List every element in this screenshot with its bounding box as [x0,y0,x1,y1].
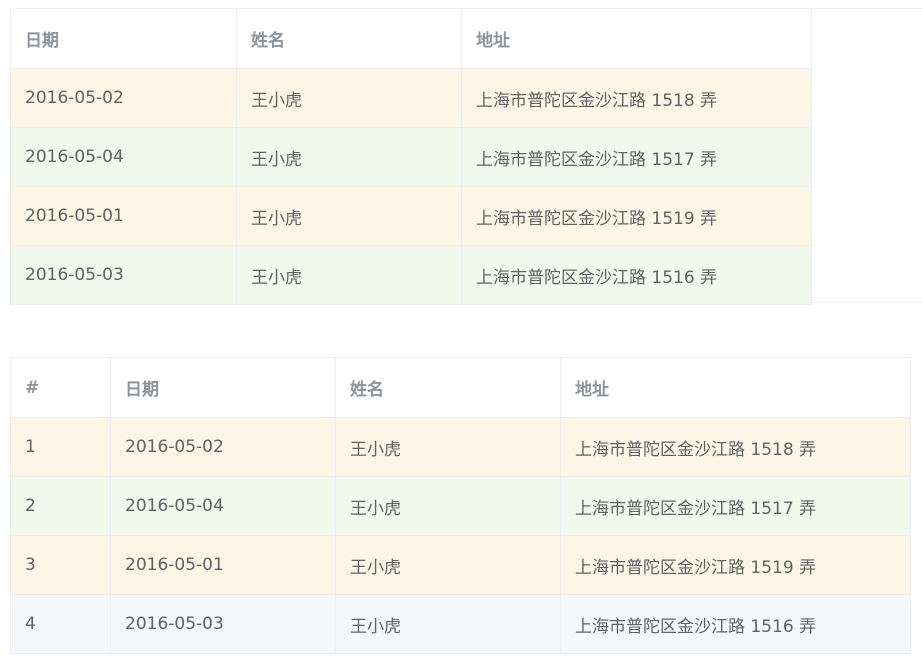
cell-address: 上海市普陀区金沙江路 1516 弄 [560,594,911,654]
table-row[interactable]: 2016-05-04 王小虎 上海市普陀区金沙江路 1517 弄 [10,127,812,187]
cell-name: 王小虎 [236,186,462,246]
cell-name: 王小虎 [236,68,462,128]
column-header-name[interactable]: 姓名 [236,8,462,69]
data-table-indexed: # 日期 姓名 地址 1 2016-05-02 王小虎 上海市普陀区金沙江路 1… [10,357,911,654]
table-header-row: 日期 姓名 地址 [10,8,812,69]
cell-address: 上海市普陀区金沙江路 1518 弄 [461,68,812,128]
cell-name: 王小虎 [236,127,462,187]
cell-date: 2016-05-03 [10,245,237,305]
cell-index: 2 [10,476,111,536]
column-header-address[interactable]: 地址 [560,357,911,418]
table-row[interactable]: 2016-05-02 王小虎 上海市普陀区金沙江路 1518 弄 [10,68,812,128]
column-header-index[interactable]: # [10,357,111,418]
cell-name: 王小虎 [236,245,462,305]
cell-address: 上海市普陀区金沙江路 1517 弄 [461,127,812,187]
cell-name: 王小虎 [335,535,561,595]
cell-date: 2016-05-03 [110,594,336,654]
cell-index: 3 [10,535,111,595]
cell-date: 2016-05-01 [10,186,237,246]
table-row[interactable]: 2016-05-01 王小虎 上海市普陀区金沙江路 1519 弄 [10,186,812,246]
cell-date: 2016-05-01 [110,535,336,595]
table-row[interactable]: 2 2016-05-04 王小虎 上海市普陀区金沙江路 1517 弄 [10,476,911,536]
cell-date: 2016-05-04 [110,476,336,536]
cell-date: 2016-05-02 [110,417,336,477]
column-header-name[interactable]: 姓名 [335,357,561,418]
column-header-date[interactable]: 日期 [10,8,237,69]
cell-date: 2016-05-02 [10,68,237,128]
cell-name: 王小虎 [335,476,561,536]
cell-address: 上海市普陀区金沙江路 1518 弄 [560,417,911,477]
table-row[interactable]: 2016-05-03 王小虎 上海市普陀区金沙江路 1516 弄 [10,245,812,305]
cell-index: 1 [10,417,111,477]
page: 日期 姓名 地址 2016-05-02 王小虎 上海市普陀区金沙江路 1518 … [0,0,922,666]
table-header-row: # 日期 姓名 地址 [10,357,911,418]
cell-address: 上海市普陀区金沙江路 1519 弄 [560,535,911,595]
table-row[interactable]: 3 2016-05-01 王小虎 上海市普陀区金沙江路 1519 弄 [10,535,911,595]
cell-address: 上海市普陀区金沙江路 1519 弄 [461,186,812,246]
column-header-date[interactable]: 日期 [110,357,336,418]
cell-index: 4 [10,594,111,654]
data-table-basic: 日期 姓名 地址 2016-05-02 王小虎 上海市普陀区金沙江路 1518 … [10,8,812,305]
cell-name: 王小虎 [335,417,561,477]
cell-address: 上海市普陀区金沙江路 1516 弄 [461,245,812,305]
table-row[interactable]: 4 2016-05-03 王小虎 上海市普陀区金沙江路 1516 弄 [10,594,911,654]
cell-address: 上海市普陀区金沙江路 1517 弄 [560,476,911,536]
cell-date: 2016-05-04 [10,127,237,187]
table-row[interactable]: 1 2016-05-02 王小虎 上海市普陀区金沙江路 1518 弄 [10,417,911,477]
column-header-address[interactable]: 地址 [461,8,812,69]
cell-name: 王小虎 [335,594,561,654]
